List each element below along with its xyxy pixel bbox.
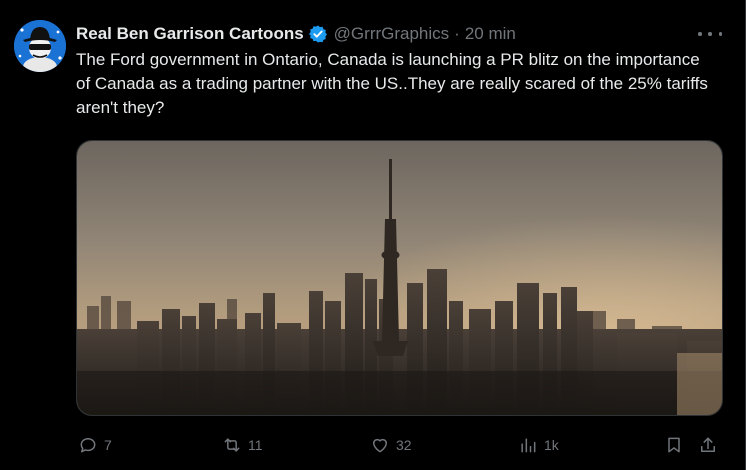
post-text: The Ford government in Ontario, Canada i… — [76, 50, 708, 117]
more-dot — [718, 32, 722, 36]
post-timestamp[interactable]: 20 min — [465, 24, 516, 44]
avatar-image — [14, 20, 66, 72]
author-handle[interactable]: @GrrrGraphics — [334, 24, 450, 44]
more-horizontal-icon[interactable] — [698, 26, 722, 42]
more-dot — [698, 32, 702, 36]
like-button[interactable]: 32 — [370, 428, 412, 462]
repost-button[interactable]: 11 — [222, 428, 263, 462]
reply-icon — [80, 438, 96, 453]
views-count: 1k — [544, 437, 559, 453]
header-separator: · — [454, 24, 460, 43]
repost-count: 11 — [248, 437, 263, 453]
avatar[interactable] — [14, 20, 66, 72]
heart-icon — [373, 438, 387, 453]
bookmark-button[interactable] — [664, 428, 684, 462]
more-dot — [708, 32, 712, 36]
views-button[interactable]: 1k — [518, 428, 559, 462]
author-display-name[interactable]: Real Ben Garrison Cartoons — [76, 24, 304, 44]
post-action-bar: 7 11 32 1k — [76, 428, 726, 462]
reply-count: 7 — [104, 437, 112, 453]
verified-badge-icon[interactable] — [308, 24, 328, 44]
views-icon — [521, 438, 536, 453]
post-media-image[interactable] — [76, 140, 723, 416]
like-count: 32 — [396, 437, 412, 453]
post-header: Real Ben Garrison Cartoons @GrrrGraphics… — [76, 22, 516, 46]
post[interactable]: Real Ben Garrison Cartoons @GrrrGraphics… — [0, 0, 746, 470]
skyline-photo — [77, 141, 722, 415]
repost-icon — [224, 438, 240, 452]
share-button[interactable] — [698, 428, 718, 462]
bookmark-icon — [668, 437, 680, 453]
reply-button[interactable]: 7 — [78, 428, 112, 462]
share-icon — [701, 437, 715, 452]
